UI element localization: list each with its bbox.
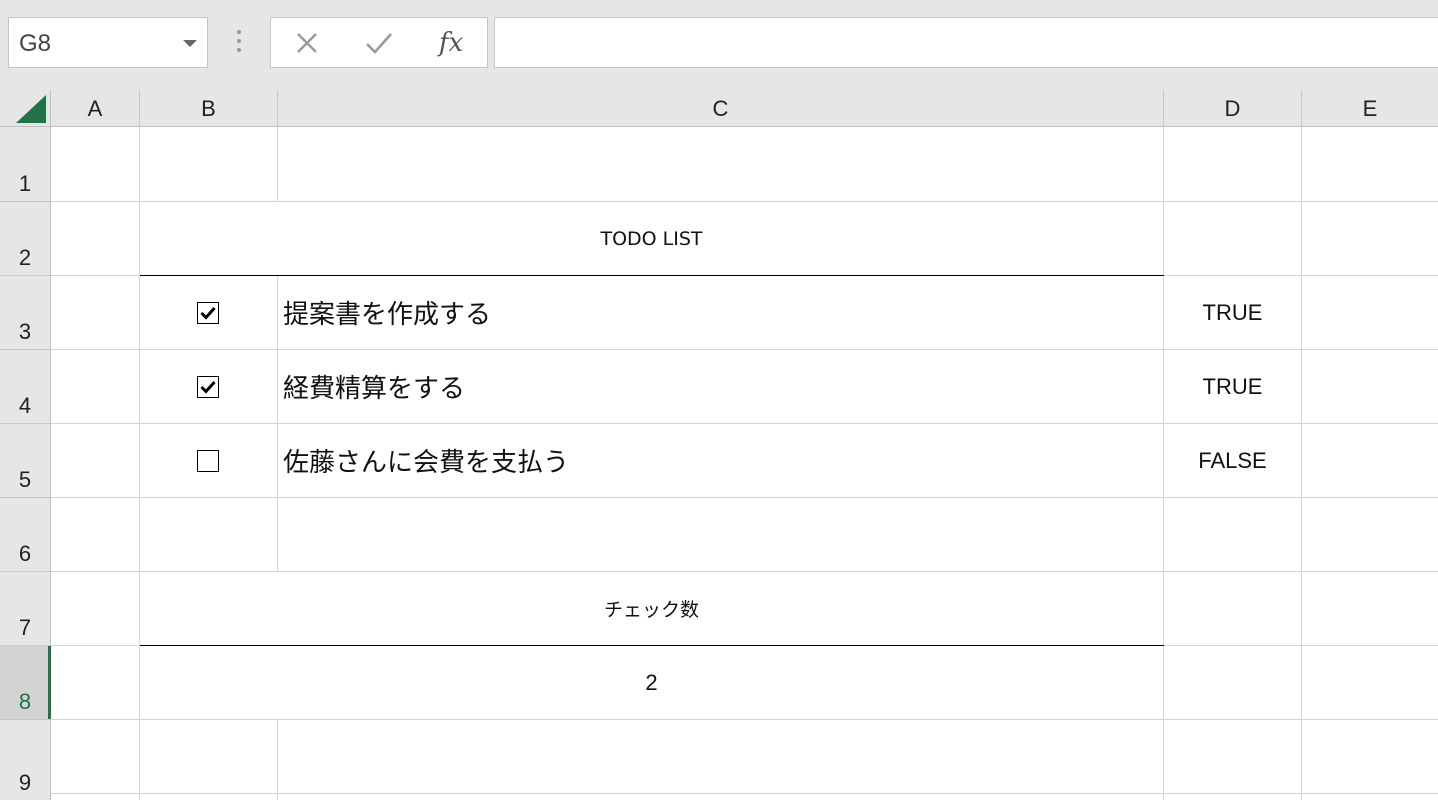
select-all-button[interactable]: [0, 90, 51, 127]
check-icon[interactable]: [359, 26, 399, 60]
row-header-8[interactable]: 8: [0, 646, 51, 720]
task-label-1[interactable]: 提案書を作成する: [283, 276, 491, 349]
task-value-2[interactable]: TRUE: [1164, 350, 1301, 423]
task-checkbox-3[interactable]: [197, 450, 219, 472]
row-header-9[interactable]: 9: [0, 720, 50, 800]
row-header-7[interactable]: 7: [0, 572, 50, 646]
column-header-b[interactable]: B: [140, 90, 278, 127]
row-header-1[interactable]: 1: [0, 127, 50, 202]
formula-bar: G8 fx: [0, 0, 1438, 90]
task-value-1[interactable]: TRUE: [1164, 276, 1301, 349]
grid-line: [51, 793, 1438, 794]
select-all-icon: [16, 95, 46, 123]
column-header-d[interactable]: D: [1164, 90, 1302, 127]
name-box-value: G8: [19, 30, 52, 57]
task-label-2[interactable]: 経費精算をする: [283, 350, 465, 423]
task-checkbox-2[interactable]: [197, 376, 219, 398]
insert-function-button[interactable]: fx: [431, 26, 471, 60]
row-header-4[interactable]: 4: [0, 350, 50, 424]
column-header-a[interactable]: A: [51, 90, 140, 127]
row-header-6[interactable]: 6: [0, 498, 50, 572]
grid-line: [51, 497, 1438, 498]
task-value-3[interactable]: FALSE: [1164, 424, 1301, 497]
grid-line: [51, 719, 1438, 720]
check-count-value[interactable]: 2: [140, 646, 1163, 719]
close-icon[interactable]: [287, 26, 327, 60]
formula-input[interactable]: [494, 17, 1438, 68]
row-headers: 1 2 3 4 5 6 7 8 9: [0, 127, 51, 800]
task-checkbox-1[interactable]: [197, 302, 219, 324]
name-box[interactable]: G8: [8, 17, 208, 68]
row-header-2[interactable]: 2: [0, 202, 50, 276]
grid-line: [1301, 127, 1302, 800]
column-header-c[interactable]: C: [278, 90, 1164, 127]
row-header-3[interactable]: 3: [0, 276, 50, 350]
column-header-e[interactable]: E: [1302, 90, 1438, 127]
column-headers: A B C D E: [0, 90, 1438, 127]
task-label-3[interactable]: 佐藤さんに会費を支払う: [283, 424, 569, 497]
formula-controls: fx: [270, 17, 488, 68]
worksheet-grid[interactable]: TODO LIST 提案書を作成する TRUE 経費精算をする TRUE 佐藤さ…: [51, 127, 1438, 800]
drag-handle-icon[interactable]: [237, 30, 241, 56]
chevron-down-icon[interactable]: [183, 40, 197, 47]
todo-list-title: TODO LIST: [600, 227, 703, 250]
row-header-5[interactable]: 5: [0, 424, 50, 498]
check-count-label: チェック数: [603, 599, 699, 621]
fx-icon: fx: [438, 28, 464, 58]
